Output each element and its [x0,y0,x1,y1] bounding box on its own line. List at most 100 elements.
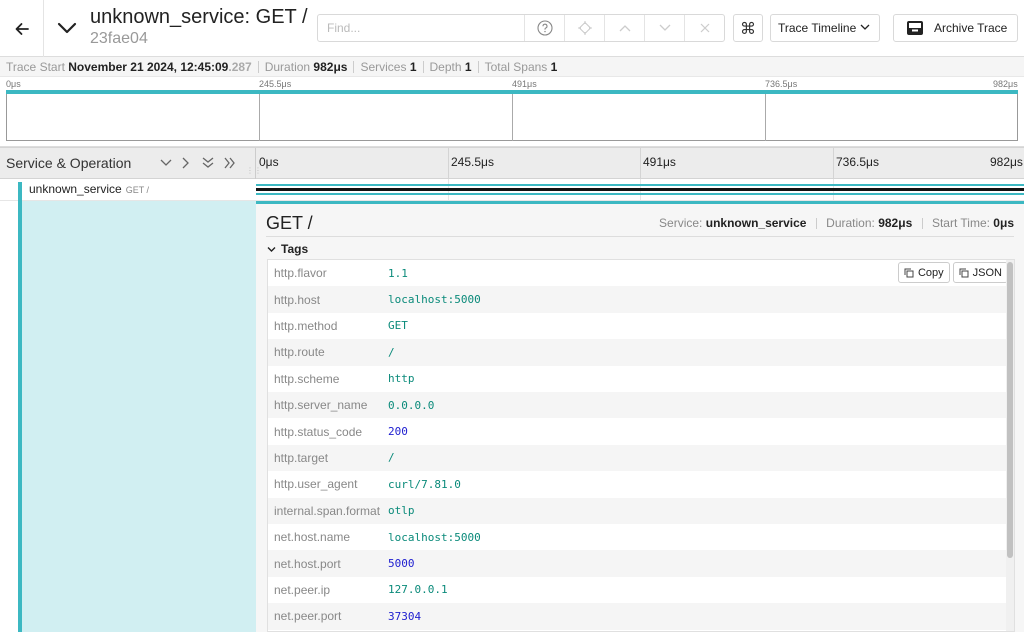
copy-button[interactable]: Copy [897,262,950,283]
clear-find-button[interactable] [684,15,724,41]
double-chevron-down-icon [202,157,214,168]
tag-row: http.target / [268,444,1006,472]
tag-value: 0.0.0.0 [388,398,435,412]
tag-row: internal.span.format otlp [268,497,1006,524]
prev-match-button[interactable] [604,15,644,41]
trace-minimap[interactable]: 0μs 245.5μs 491μs 736.5μs 982μs [0,77,1024,147]
tag-key: http.server_name [274,398,368,413]
minimap-tick: 245.5μs [259,79,292,89]
timeline-gridline [833,148,834,180]
copy-icon [959,268,969,278]
archive-trace-label: Archive Trace [934,21,1008,35]
minimap-divider [259,94,260,141]
detail-divider [266,236,1014,237]
chevron-down-icon [860,24,870,30]
span-bar-top [256,184,1024,186]
minimap-tick: 0μs [6,79,21,89]
archive-icon [906,20,924,36]
services-label: Services [360,59,407,74]
tag-key: http.host [274,292,321,307]
span-service-label: unknown_service [29,182,122,196]
depth-value: 1 [464,59,472,74]
tag-row: http.method GET [268,313,1006,339]
detail-start-label: Start Time: [931,216,990,230]
keyboard-shortcuts-button[interactable]: ⌘ [733,14,763,42]
detail-start-value: 0μs [993,216,1014,230]
tag-row: http.host localhost:5000 [268,286,1006,313]
minimap-tick: 982μs [993,79,1018,89]
find-input[interactable] [318,15,524,41]
tag-value: 5000 [388,557,415,571]
span-detail-meta: Service: unknown_service Duration: 982μs… [659,216,1014,230]
tag-value: / [388,451,395,465]
minimap-tick: 491μs [512,79,537,89]
services-value: 1 [409,59,417,74]
tags-scrollbar[interactable] [1006,260,1014,631]
span-detail-title: GET / [266,213,313,233]
next-match-button[interactable] [644,15,684,41]
tags-scrollbar-thumb[interactable] [1007,262,1013,558]
tag-key: http.flavor [274,266,327,281]
tags-label: Tags [281,242,309,256]
trace-start-value: November 21 2024, 12:45:09 [68,59,229,74]
view-type-select[interactable]: Trace Timeline [770,14,880,42]
span-bar-bottom [256,193,1024,195]
tag-row: net.host.name localhost:5000 [268,524,1006,550]
copy-icon [904,268,914,278]
tag-value: 1.1 [388,266,408,280]
span-row[interactable]: unknown_service GET / [0,179,1024,201]
total-spans-value: 1 [550,59,558,74]
tag-key: http.user_agent [274,477,358,492]
expand-one-button[interactable] [177,154,195,172]
timeline-header: Service & Operation ⋮⋮ 0μs 245.5μs 491μs… [0,147,1024,180]
trace-id: 23fae04 [90,30,148,47]
archive-trace-button[interactable]: Archive Trace [893,14,1018,42]
span-service-name[interactable]: unknown_service GET / [29,182,149,196]
detail-left-fill [22,201,256,632]
tag-value: 37304 [388,609,422,623]
service-operation-label: Service & Operation [6,155,132,171]
span-detail: GET / Service: unknown_service Duration:… [256,204,1024,632]
tag-key: http.status_code [274,424,363,439]
tag-row: http.status_code 200 [268,418,1006,444]
trace-header: unknown_service: GET / 23fae04 ⌘ Trace T… [0,0,1024,57]
timeline-gridline [448,148,449,180]
find-box [317,14,725,42]
chevron-down-icon [160,159,172,166]
expand-all-button[interactable] [221,154,239,172]
timeline-tick: 982μs [990,155,1023,169]
minimap-divider [512,94,513,141]
tag-key: net.host.port [274,556,341,571]
tag-value: otlp [388,504,415,518]
copy-actions: Copy JSON [897,262,1008,283]
tag-value: localhost:5000 [388,530,481,544]
collapse-header-button[interactable] [50,10,84,46]
collapse-one-button[interactable] [157,154,175,172]
json-label: JSON [972,266,1002,279]
tags-toggle[interactable]: Tags [267,242,308,256]
double-chevron-right-icon [223,157,235,169]
find-help-button[interactable] [524,15,564,41]
tag-row: net.host.port 5000 [268,550,1006,577]
service-color-bar [18,182,22,201]
duration-label: Duration [264,59,311,74]
timeline-tick: 491μs [643,155,676,169]
total-spans-label: Total Spans [484,59,548,74]
column-splitter[interactable] [255,148,256,180]
collapse-all-button[interactable] [199,154,217,172]
json-button[interactable]: JSON [952,262,1008,283]
locate-match-button[interactable] [564,15,604,41]
back-button[interactable] [0,0,44,57]
tag-key: net.host.name [274,530,351,545]
timeline-gridline [640,148,641,180]
tag-key: net.peer.ip [274,582,331,597]
trace-start-ms: .287 [228,59,252,74]
chevron-down-icon [659,24,670,31]
timeline-tick: 736.5μs [836,155,879,169]
chevron-right-icon [182,157,189,169]
tag-value: http [388,372,415,386]
span-bar[interactable] [256,188,1024,191]
span-operation-label: GET / [125,185,150,195]
trace-title: unknown_service: GET / [90,6,308,28]
duration-value: 982μs [313,59,348,74]
